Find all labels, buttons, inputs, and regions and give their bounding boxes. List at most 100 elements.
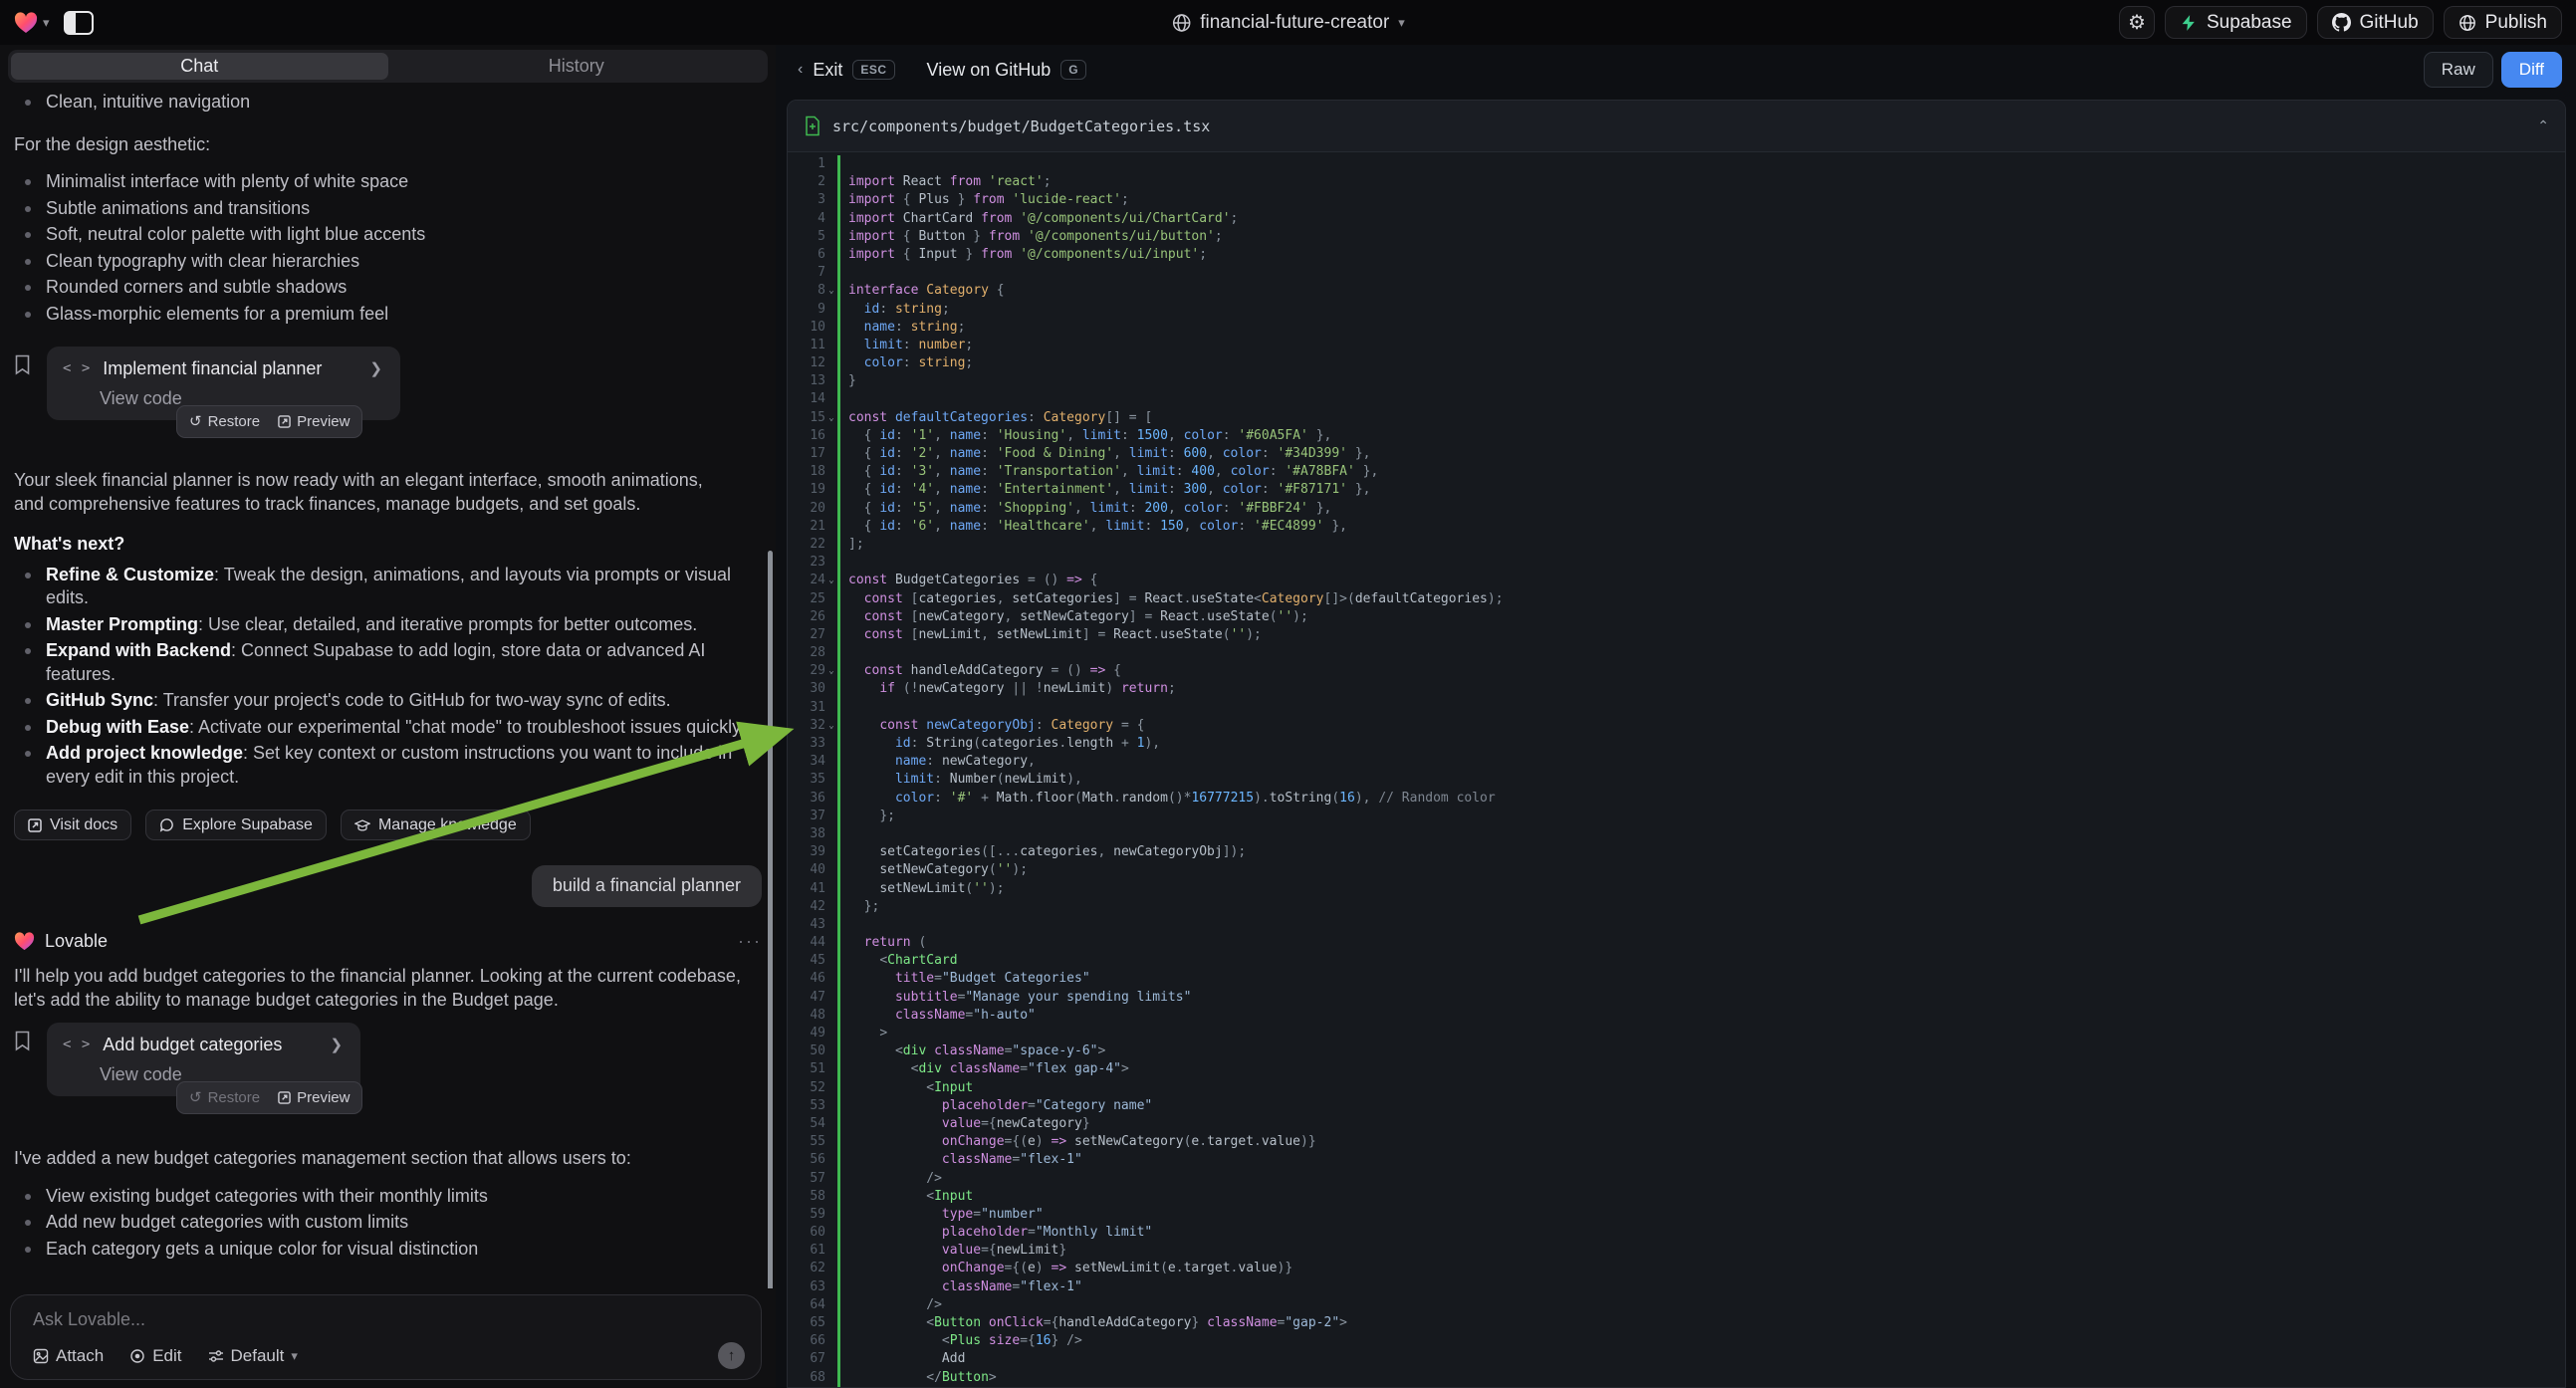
code-line: 48 className="h-auto" [788,1007,2565,1025]
preview-button[interactable]: Preview [278,410,350,434]
line-number: 31 [788,699,825,717]
fold-spacer [825,337,837,354]
lovable-logo-menu[interactable]: ▾ [14,12,50,34]
diff-button[interactable]: Diff [2501,52,2562,88]
restore-button[interactable]: ↺Restore [189,1086,260,1110]
project-selector[interactable]: financial-future-creator ▾ [1171,0,1405,45]
diff-added-bar [837,445,840,463]
line-number: 23 [788,554,825,572]
fold-chevron-icon[interactable]: ⌄ [825,717,837,735]
line-number: 65 [788,1314,825,1332]
diff-added-bar [837,536,840,554]
code-line: 37 }; [788,808,2565,825]
fold-spacer [825,1060,837,1078]
fold-spacer [825,790,837,808]
code-line: 55 onChange={(e) => setNewCategory(e.tar… [788,1133,2565,1151]
bookmark-icon[interactable] [14,354,31,375]
publish-button[interactable]: Publish [2444,6,2562,39]
mode-selector[interactable]: Default ▾ [208,1346,298,1366]
code-line: 64 /> [788,1296,2565,1314]
fold-spacer [825,735,837,753]
preview-button[interactable]: Preview [278,1086,350,1110]
line-number: 34 [788,753,825,771]
line-number: 40 [788,861,825,879]
tab-history[interactable]: History [388,53,766,80]
fold-chevron-icon[interactable]: ⌄ [825,409,837,427]
fold-spacer [825,771,837,789]
visit-docs-button[interactable]: Visit docs [14,810,131,840]
fold-spacer [825,518,837,536]
diff-added-bar [837,1079,840,1097]
code-lines[interactable]: 12import React from 'react';3import { Pl… [788,152,2565,1387]
chevron-up-icon[interactable]: ⌃ [2537,117,2549,134]
diff-added-bar [837,228,840,246]
settings-button[interactable]: ⚙ [2119,6,2155,39]
version-card-implement-financial-planner[interactable]: < > Implement financial planner ❯ View c… [47,347,400,420]
view-on-github-link[interactable]: View on GitHub [927,60,1052,81]
line-number: 36 [788,790,825,808]
code-line: 51 <div className="flex gap-4"> [788,1060,2565,1078]
bookmark-icon[interactable] [14,1031,31,1051]
composer[interactable]: Ask Lovable... Attach Edit Default ▾ ↑ [10,1294,762,1380]
code-line: 31 [788,699,2565,717]
edit-button[interactable]: Edit [129,1346,181,1366]
fold-spacer [825,1079,837,1097]
code-line: 42 }; [788,898,2565,916]
restore-button[interactable]: ↺Restore [189,410,260,434]
chat-scroll-area[interactable]: Clean, intuitive navigation For the desi… [0,83,776,1288]
diff-added-bar [837,1350,840,1368]
fold-spacer [825,970,837,988]
code-text: } [848,372,856,390]
code-line: 21 { id: '6', name: 'Healthcare', limit:… [788,518,2565,536]
tab-chat[interactable]: Chat [11,53,388,80]
send-button[interactable]: ↑ [718,1342,745,1369]
line-number: 53 [788,1097,825,1115]
fold-chevron-icon[interactable]: ⌄ [825,572,837,589]
code-line: 44 return ( [788,934,2565,952]
code-icon: < > [63,1034,91,1057]
list-item: Each category gets a unique color for vi… [46,1238,762,1262]
code-text: <Input [848,1188,973,1206]
external-link-icon [28,818,42,832]
code-line: 19 { id: '4', name: 'Entertainment', lim… [788,481,2565,499]
composer-input[interactable]: Ask Lovable... [33,1309,745,1330]
line-number: 51 [788,1060,825,1078]
github-button[interactable]: GitHub [2317,6,2434,39]
fold-spacer [825,1314,837,1332]
diff-added-bar [837,246,840,264]
attach-button[interactable]: Attach [33,1346,104,1366]
code-text: import { Input } from '@/components/ui/i… [848,246,1207,264]
file-header[interactable]: src/components/budget/BudgetCategories.t… [788,101,2565,152]
manage-knowledge-button[interactable]: Manage knowledge [341,810,531,840]
line-number: 22 [788,536,825,554]
code-line: 35 limit: Number(newLimit), [788,771,2565,789]
diff-added-bar [837,1314,840,1332]
fold-chevron-icon[interactable]: ⌄ [825,662,837,680]
message-menu-button[interactable]: ··· [738,930,762,954]
code-line: 8⌄interface Category { [788,282,2565,300]
raw-button[interactable]: Raw [2424,52,2493,88]
sidebar-toggle-button[interactable] [64,11,94,35]
code-text: name: string; [848,319,965,337]
fold-spacer [825,861,837,879]
supabase-button[interactable]: Supabase [2165,6,2307,39]
file-diff-card: src/components/budget/BudgetCategories.t… [787,100,2566,1388]
diff-added-bar [837,409,840,427]
explore-supabase-button[interactable]: Explore Supabase [145,810,327,840]
fold-chevron-icon[interactable]: ⌄ [825,282,837,300]
line-number: 12 [788,354,825,372]
chevron-right-icon: ❯ [369,357,382,381]
publish-globe-icon [2459,14,2476,32]
code-line: 27 const [newLimit, setNewLimit] = React… [788,626,2565,644]
code-icon: < > [63,357,91,381]
code-line: 11 limit: number; [788,337,2565,354]
code-line: 46 title="Budget Categories" [788,970,2565,988]
diff-added-bar [837,1332,840,1350]
version-card-add-budget-categories[interactable]: < > Add budget categories ❯ View code ↺R… [47,1023,360,1096]
line-number: 18 [788,463,825,481]
diff-added-bar [837,282,840,300]
exit-button[interactable]: Exit [813,60,842,81]
line-number: 44 [788,934,825,952]
target-icon [129,1348,145,1364]
chat-scrollbar[interactable] [768,551,773,1288]
